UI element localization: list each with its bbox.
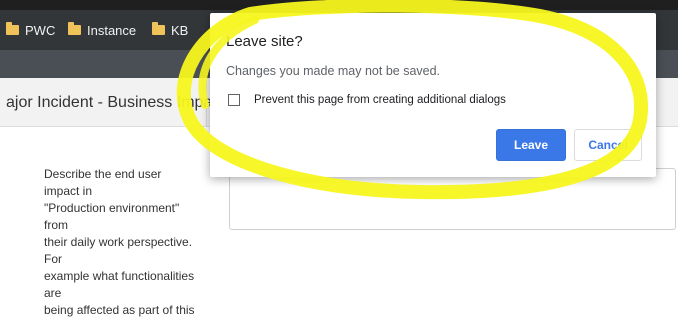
bookmark-kb[interactable]: KB [152,22,188,38]
description-line: being affected as part of this [44,303,195,317]
field-description: Describe the end user impact in "Product… [44,166,200,319]
page-title: ajor Incident - Business Impac [6,94,221,111]
description-line: Describe the end user impact in [44,167,162,198]
leave-site-dialog: Leave site? Changes you made may not be … [210,13,656,177]
description-line: example what functionalities are [44,269,195,300]
business-impact-textarea[interactable] [229,168,676,230]
prevent-dialogs-label[interactable]: Prevent this page from creating addition… [254,94,506,106]
dialog-title: Leave site? [226,33,303,50]
bookmark-label: PWC [25,22,56,38]
leave-button[interactable]: Leave [496,129,566,161]
description-line: their daily work perspective. For [44,235,193,266]
dialog-message: Changes you made may not be saved. [226,64,441,78]
bookmark-pwc[interactable]: PWC [6,22,55,38]
folder-icon [152,22,165,35]
bookmark-label: KB [171,22,189,38]
prevent-dialogs-option[interactable]: Prevent this page from creating addition… [228,94,506,106]
title-divider [206,78,207,126]
bookmark-label: Instance [87,22,137,38]
cancel-button[interactable]: Cancel [574,129,642,161]
bookmark-instance[interactable]: Instance [68,22,136,38]
browser-top-strip [0,0,678,10]
description-line: "Production environment" from [44,201,180,232]
folder-icon [68,22,81,35]
prevent-dialogs-checkbox[interactable] [228,94,240,106]
folder-icon [6,22,19,35]
